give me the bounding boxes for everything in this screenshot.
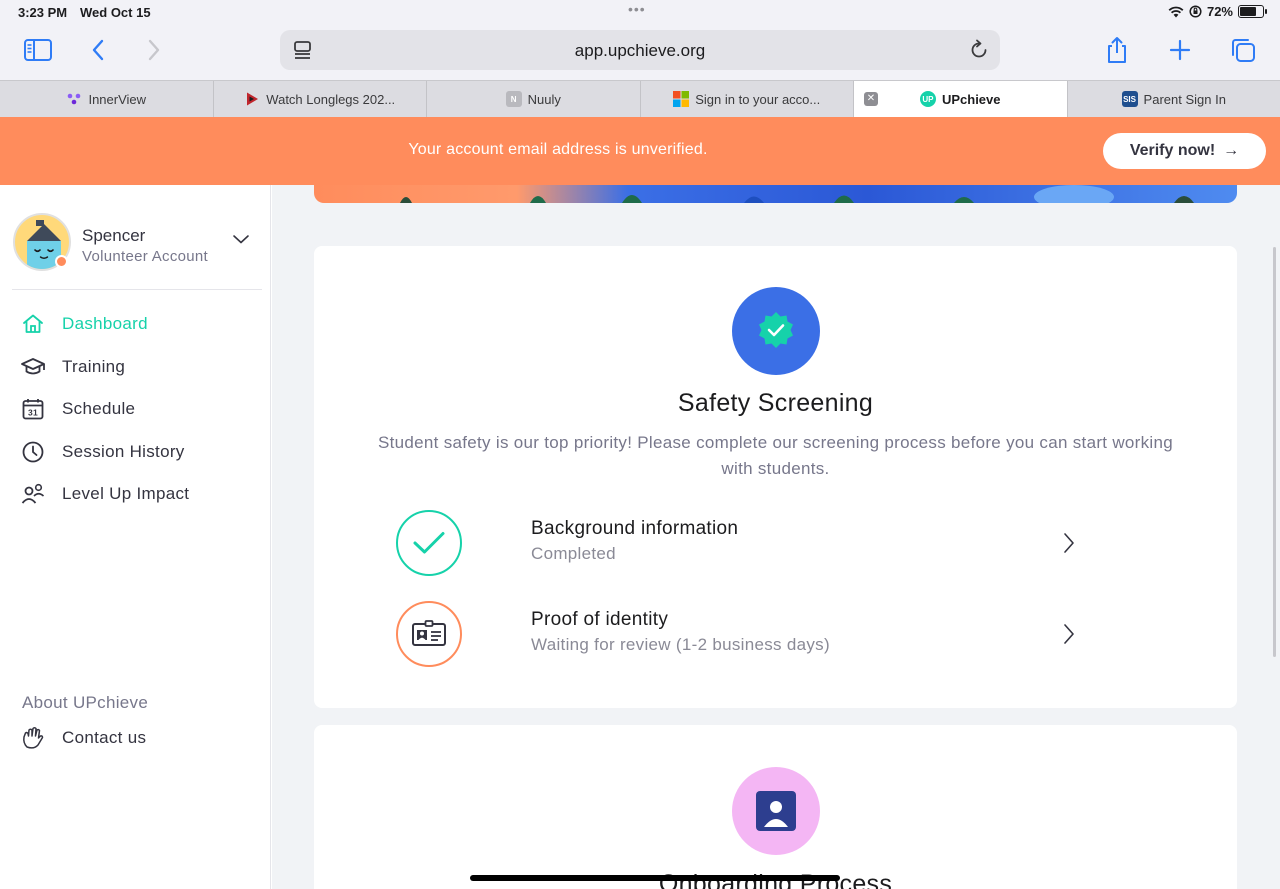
step-status: Completed <box>531 544 616 563</box>
scrollbar[interactable] <box>1273 247 1276 657</box>
onboarding-badge <box>732 767 820 855</box>
browser-toolbar: app.upchieve.org <box>0 26 1280 80</box>
contact-us-link[interactable]: Contact us <box>20 725 146 751</box>
sidebar-item-dashboard[interactable]: Dashboard <box>20 303 260 346</box>
address-bar[interactable]: app.upchieve.org <box>280 30 1000 70</box>
new-tab-icon[interactable] <box>1162 34 1198 66</box>
contact-us-label: Contact us <box>62 728 147 747</box>
home-icon <box>20 311 46 337</box>
sidebar-item-label: Training <box>62 356 126 376</box>
tab-innerview[interactable]: InnerView <box>0 81 214 117</box>
orientation-lock-icon <box>1189 5 1202 18</box>
play-favicon-icon <box>247 92 259 106</box>
proof-of-identity-step[interactable]: Proof of identity Waiting for review (1-… <box>396 601 1096 667</box>
tab-label: InnerView <box>88 91 147 107</box>
hero-illustration <box>314 185 1237 203</box>
people-icon <box>20 481 46 507</box>
step-title: Background information <box>531 518 739 539</box>
profile-menu[interactable]: Spencer Volunteer Account <box>12 212 262 290</box>
tab-label: Sign in to your acco... <box>695 91 821 107</box>
onboarding-process-card: Onboarding Process <box>314 725 1237 889</box>
sidebar-item-session-history[interactable]: Session History <box>20 431 260 474</box>
forward-icon[interactable] <box>136 34 172 66</box>
microsoft-favicon-icon <box>673 91 690 107</box>
profile-card-icon <box>756 791 796 831</box>
sidebar-item-schedule[interactable]: 31 Schedule <box>20 388 260 431</box>
sidebar-item-training[interactable]: Training <box>20 346 260 389</box>
innerview-favicon-icon <box>68 93 81 105</box>
sidebar-item-label: Dashboard <box>62 314 148 334</box>
sidebar-toggle-icon[interactable] <box>20 34 56 66</box>
id-card-icon <box>396 601 462 667</box>
verified-badge-icon <box>759 312 793 348</box>
nuuly-favicon-icon: N <box>505 91 522 107</box>
about-upchieve-link[interactable]: About UPchieve <box>22 693 148 713</box>
check-icon <box>396 510 462 576</box>
step-status: Waiting for review (1-2 business days) <box>531 635 830 654</box>
reload-icon[interactable] <box>968 39 990 66</box>
sidebar-item-level-up-impact[interactable]: Level Up Impact <box>20 473 260 516</box>
chevron-down-icon[interactable] <box>232 232 250 250</box>
status-date: Wed Oct 15 <box>80 5 151 20</box>
sidebar-item-label: Level Up Impact <box>62 484 190 504</box>
status-dot <box>55 255 68 268</box>
waving-hand-icon <box>20 725 46 751</box>
home-indicator[interactable] <box>470 875 840 881</box>
battery-icon <box>1238 5 1267 18</box>
tab-label: Watch Longlegs 202... <box>266 91 396 107</box>
tab-upchieve[interactable]: ✕ UP UPchieve <box>854 81 1068 117</box>
user-name: Spencer <box>82 226 146 245</box>
tab-label: Parent Sign In <box>1143 91 1226 107</box>
calendar-icon: 31 <box>20 396 46 422</box>
tab-microsoft-signin[interactable]: Sign in to your acco... <box>641 81 854 117</box>
safety-screening-title: Safety Screening <box>677 389 874 417</box>
sidebar-item-label: Session History <box>62 441 185 461</box>
wifi-icon <box>1168 6 1184 17</box>
background-information-step[interactable]: Background information Completed <box>396 510 1096 576</box>
calendar-day-label: 31 <box>28 408 38 418</box>
upchieve-favicon-icon: UP <box>919 91 936 107</box>
multitasking-dots-icon[interactable]: ••• <box>628 1 646 17</box>
user-role: Volunteer Account <box>82 248 209 265</box>
ipad-screen: 3:23 PM Wed Oct 15 ••• 72% app.upchieve.… <box>0 0 1280 889</box>
leaves-decoration-icon <box>400 185 1194 203</box>
chevron-right-icon[interactable] <box>1062 623 1076 650</box>
back-icon[interactable] <box>80 34 116 66</box>
tab-bar: InnerView Watch Longlegs 202... N Nuuly … <box>0 80 1280 117</box>
sidebar-nav: Dashboard Training 31 Schedule Session H… <box>20 303 260 516</box>
close-tab-icon[interactable]: ✕ <box>864 92 878 106</box>
tab-parent-signin[interactable]: SIS Parent Sign In <box>1068 81 1280 117</box>
banner-message: Your account email address is unverified… <box>408 141 708 158</box>
graduation-cap-icon <box>20 354 46 380</box>
sidebar-item-label: Schedule <box>62 399 136 419</box>
arrow-right-icon: → <box>1223 142 1240 159</box>
safety-screening-description: Student safety is our top priority! Plea… <box>377 433 1174 478</box>
verify-now-button[interactable]: Verify now! → <box>1103 133 1266 169</box>
share-icon[interactable] <box>1099 34 1135 66</box>
safety-badge <box>732 287 820 375</box>
safety-screening-card: Safety Screening Student safety is our t… <box>314 246 1237 708</box>
tab-label: Nuuly <box>527 91 561 107</box>
status-time: 3:23 PM <box>18 5 68 20</box>
sidebar: Spencer Volunteer Account Dashboard Trai… <box>0 185 271 889</box>
battery-percent: 72% <box>1206 4 1233 19</box>
status-bar: 3:23 PM Wed Oct 15 ••• 72% <box>0 0 1280 26</box>
clock-icon <box>20 439 46 465</box>
chevron-right-icon[interactable] <box>1062 532 1076 559</box>
url-text: app.upchieve.org <box>574 41 706 60</box>
tab-overview-icon[interactable] <box>1225 34 1261 66</box>
tab-watch-longlegs[interactable]: Watch Longlegs 202... <box>214 81 427 117</box>
battery-level <box>1240 7 1256 16</box>
unverified-email-banner: Your account email address is unverified… <box>0 117 1280 185</box>
tab-nuuly[interactable]: N Nuuly <box>427 81 641 117</box>
tab-label: UPchieve <box>941 91 1001 107</box>
verify-now-label: Verify now! <box>1129 142 1216 159</box>
status-indicators: 72% <box>1168 4 1267 19</box>
sis-favicon-icon: SIS <box>1121 91 1138 107</box>
main-content: Safety Screening Student safety is our t… <box>272 185 1280 889</box>
step-title: Proof of identity <box>531 609 669 630</box>
